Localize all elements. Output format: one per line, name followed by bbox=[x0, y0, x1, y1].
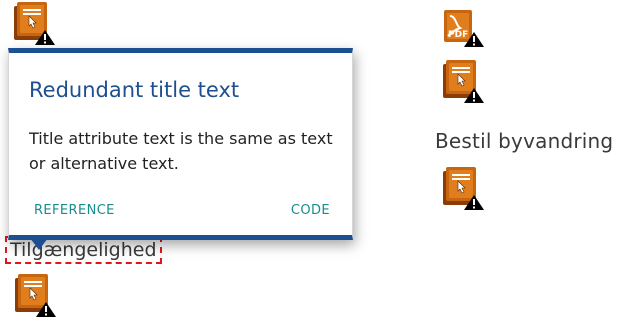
tooltip-description: Title attribute text is the same as text… bbox=[29, 129, 333, 173]
code-link[interactable]: CODE bbox=[291, 203, 330, 218]
alert-icon[interactable] bbox=[12, 0, 56, 46]
issue-tooltip: Redundant title text Title attribute tex… bbox=[8, 48, 353, 240]
alert-icon[interactable] bbox=[13, 272, 57, 318]
tooltip-title: Redundant title text bbox=[29, 78, 240, 102]
tooltip-pointer bbox=[30, 238, 48, 250]
reference-link[interactable]: REFERENCE bbox=[34, 203, 115, 218]
tilgaengelighed-link[interactable]: Tilgængelighed bbox=[5, 236, 162, 264]
alert-icon[interactable] bbox=[441, 165, 485, 211]
pdf-alert-icon[interactable] bbox=[441, 2, 485, 48]
bestil-byvandring-link[interactable]: Bestil byvandring bbox=[435, 129, 613, 153]
alert-icon[interactable] bbox=[441, 58, 485, 104]
